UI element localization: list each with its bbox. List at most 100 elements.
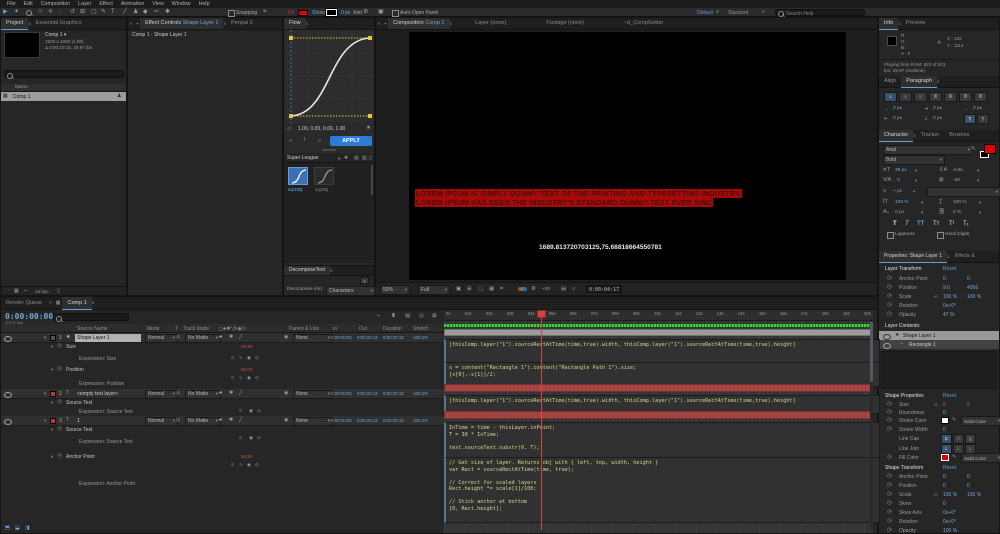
justify-last-left-button[interactable]: ≣ <box>929 92 942 102</box>
zoom-tool-icon[interactable] <box>26 10 32 16</box>
stroke-width-value[interactable]: 0 px <box>341 10 350 16</box>
font-family-dropdown[interactable]: Arial ▾ <box>883 145 973 155</box>
sp-fill-type-dropdown[interactable]: Solid Color ▾ <box>961 453 1000 463</box>
tsume-caret[interactable]: ▾ <box>979 210 981 216</box>
workspace-overflow-icon[interactable]: » <box>762 9 765 15</box>
flow-add-preset-icon[interactable]: ✚ <box>344 155 348 161</box>
stroke-over-fill-dropdown[interactable]: ▾ <box>927 187 1000 197</box>
expr-size-pickwhip-icon[interactable]: ◉ <box>247 355 251 361</box>
expr-position-graph-icon[interactable]: ∿ <box>239 375 243 381</box>
tab-timeline-comp1[interactable]: Comp 1 <box>62 296 92 310</box>
tracking-value[interactable]: -50 <box>953 178 960 183</box>
anchor-expression-editor[interactable]: // Get size of layer. Returns obj with {… <box>444 457 880 523</box>
layer2-in[interactable]: 0:00:00:00 <box>331 391 352 396</box>
shape-tool-icon[interactable]: ▢ <box>91 9 97 15</box>
flow-preset-2-label[interactable]: sq100j <box>315 187 328 192</box>
expand-layer-switches-icon[interactable]: ⬒ <box>5 525 10 531</box>
new-comp-icon[interactable]: ▦ <box>14 288 19 294</box>
anchor-stopwatch-icon[interactable]: ◷ <box>57 453 62 459</box>
composition-mini-flowchart-icon[interactable]: ⌁ <box>377 313 380 319</box>
contents-eye-icon-2[interactable] <box>883 342 891 349</box>
eraser-tool-icon[interactable]: ◆ <box>143 9 148 15</box>
sp-size-y[interactable]: 5 <box>967 402 970 408</box>
layer1-quality-icon[interactable]: ╱ <box>239 334 242 340</box>
flow-duplicate-icon[interactable]: ▤ <box>354 155 359 161</box>
align-center-button[interactable]: ≡ <box>899 92 912 102</box>
tab-project[interactable]: Project <box>1 17 29 30</box>
shape-transform-reset[interactable]: Reset <box>943 465 956 471</box>
exposure-gear-icon[interactable]: ⚙ <box>531 286 536 292</box>
expr-st2-enable-icon[interactable]: ≡ <box>239 408 242 414</box>
layer1-eye-icon[interactable] <box>4 335 12 342</box>
st-skew-axis-value[interactable]: 0x+0° <box>943 510 956 516</box>
tab-decompose-text[interactable]: DecomposeText <box>284 266 330 275</box>
layer-contents-item-shape-layer[interactable]: ★ Shape Layer 1 <box>879 331 999 340</box>
character-fill-swatch[interactable] <box>984 144 996 154</box>
menu-layer[interactable]: Layer <box>74 1 95 7</box>
tab-preview[interactable]: Preview <box>901 18 931 29</box>
st-opacity-value[interactable]: 100 % <box>943 528 957 534</box>
workspace-standard-tab[interactable]: Standard <box>728 10 748 16</box>
st-position-x[interactable]: 0 <box>943 483 946 489</box>
current-timecode[interactable]: 0:00:00:00 <box>5 312 53 321</box>
layer2-parent-dropdown[interactable]: None ▾ <box>293 389 333 399</box>
lt-rotation-stopwatch-icon[interactable]: ◷ <box>887 302 892 308</box>
col-in[interactable]: In <box>333 326 337 332</box>
tsume-value[interactable]: 0 % <box>953 210 961 215</box>
clone-stamp-tool-icon[interactable]: ♟ <box>133 9 138 15</box>
pan-camera-tool-icon[interactable]: ✚ <box>48 9 53 15</box>
orbit-camera-tool-icon[interactable]: ⟳ <box>38 9 43 15</box>
source-text2-twirl-icon[interactable]: ▾ <box>51 400 53 406</box>
magnification-dropdown[interactable]: 50% ▾ <box>380 285 410 295</box>
add-label[interactable]: Add <box>353 10 362 16</box>
new-folder-icon[interactable]: 🗀 <box>4 288 9 294</box>
flow-preview-icon[interactable]: ◁ <box>287 126 291 132</box>
col-stretch[interactable]: Stretch <box>413 326 429 332</box>
st-skew-value[interactable]: 0 <box>943 501 946 507</box>
col-mode[interactable]: Mode <box>147 326 160 332</box>
transparency-grid-icon[interactable]: ▦ <box>489 286 494 292</box>
exposure-value[interactable]: +00 <box>542 287 550 292</box>
layer1-name-box[interactable]: Shape Layer 1 <box>75 333 141 342</box>
tab-render-queue[interactable]: Render Queue <box>1 297 47 309</box>
layer3-parent-dropdown[interactable]: None ▾ <box>293 416 333 426</box>
align-left-button[interactable]: ≡ <box>884 92 897 102</box>
menu-window[interactable]: Window <box>168 1 195 7</box>
lt-anchor-y[interactable]: 0 <box>967 276 970 282</box>
flow-menu-icon[interactable]: ≡ <box>306 21 309 27</box>
workspace-close-icon[interactable]: ≡ <box>716 9 719 15</box>
fill-color-swatch[interactable] <box>298 9 308 16</box>
indent-left-value[interactable]: 0 px <box>893 106 902 111</box>
all-caps-button[interactable]: TT <box>917 221 924 227</box>
graph-editor-icon[interactable]: ⊠ <box>432 313 437 319</box>
layer2-out[interactable]: 0:00:20:12 <box>357 391 378 396</box>
timeline-chevron-icon[interactable]: × <box>47 300 54 306</box>
layer3-duration[interactable]: 0:00:20:13 <box>383 418 404 423</box>
tab-script-panel[interactable]: ~d_CompGetter <box>619 18 668 29</box>
layer1-matte-dropdown[interactable]: No Matte ▾ <box>185 333 221 343</box>
sp-fill-color-swatch[interactable] <box>941 453 949 461</box>
fill-label[interactable]: Fill <box>288 10 294 16</box>
lt-anchor-x[interactable]: 0 <box>943 276 946 282</box>
sp-roundness-stopwatch-icon[interactable]: ◷ <box>887 409 892 415</box>
selection-tool-icon[interactable]: ▶ <box>3 9 8 15</box>
timeline-menu-icon[interactable]: ≡ <box>92 300 95 306</box>
st-skew-stopwatch-icon[interactable]: ◷ <box>887 500 892 506</box>
lt-opacity-value[interactable]: 47 % <box>943 312 954 318</box>
layer1-shy-icon[interactable]: ♣ <box>219 334 222 340</box>
layer1-twirl-icon[interactable]: ▾ <box>44 335 46 341</box>
project-flowchart-icon[interactable]: ⌁ <box>24 288 27 294</box>
expr-anchor-enable-icon[interactable]: ≡ <box>231 462 234 468</box>
expr-anchor-graph-icon[interactable]: ∿ <box>239 462 243 468</box>
layer-row-1[interactable]: ▾ 1 ★ Shape Layer 1 Normal ▾ ◎ No Matte ▾ … <box>1 333 444 343</box>
expr-st3-enable-icon[interactable]: ≡ <box>239 435 242 441</box>
tab-footage-viewer[interactable]: Footage (none) <box>541 18 589 29</box>
st-anchor-x[interactable]: 0 <box>943 474 946 480</box>
playhead-handle[interactable] <box>537 310 546 318</box>
expr-size-enable-icon[interactable]: ≡ <box>231 355 234 361</box>
source-text3-stopwatch-icon[interactable]: ◷ <box>57 426 62 432</box>
layer1-duration[interactable]: 0:00:20:13 <box>383 335 404 340</box>
anchor-prop-value[interactable]: 50,50 <box>241 454 253 459</box>
contents-eye-icon-1[interactable] <box>883 333 891 340</box>
lt-scale-link-icon[interactable]: ∞ <box>934 294 938 300</box>
